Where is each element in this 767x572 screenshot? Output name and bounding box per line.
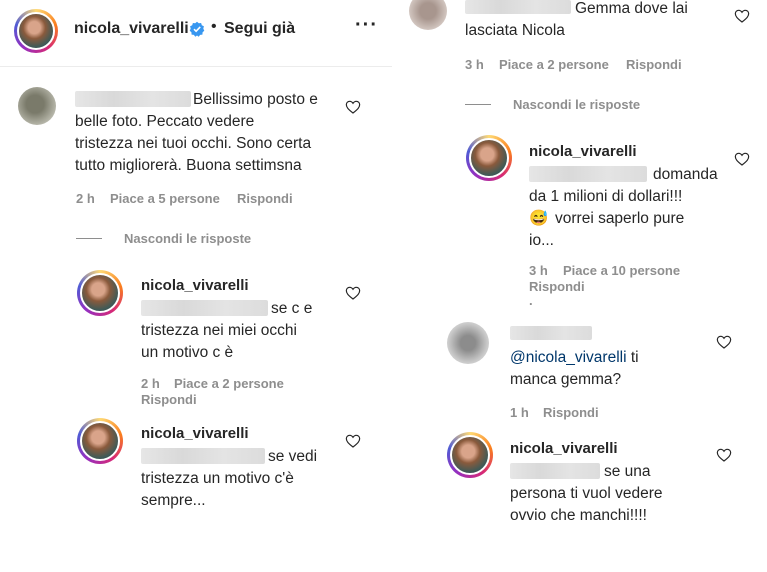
reply-username[interactable]: nicola_vivarelli bbox=[141, 425, 249, 442]
comment-time: 2 h bbox=[76, 191, 95, 206]
reply-username[interactable]: nicola_vivarelli bbox=[141, 277, 249, 294]
hide-replies-button[interactable]: Nascondi le risposte bbox=[513, 97, 640, 112]
header-username[interactable]: nicola_vivarelli bbox=[74, 20, 189, 38]
left-screenshot-panel: nicola_vivarelli • Segui già ··· Belliss… bbox=[0, 0, 392, 572]
post-header: nicola_vivarelli • Segui già ··· bbox=[0, 0, 392, 67]
reply-text-line-3: ovvio che manchi!!!! bbox=[510, 507, 647, 524]
heart-icon[interactable] bbox=[734, 151, 750, 167]
verified-badge-icon bbox=[189, 21, 205, 42]
comment-text-line-1: Bellissimo posto e bbox=[193, 91, 318, 108]
comment-text-line-2: lasciata Nicola bbox=[465, 22, 565, 39]
redacted-mention bbox=[141, 448, 265, 464]
reply-text-line-4: io... bbox=[529, 232, 554, 249]
reply-likes-link[interactable]: Piace a 10 persone bbox=[563, 263, 680, 278]
comment-text-line-1: Gemma dove lai bbox=[575, 0, 688, 17]
reply-avatar[interactable] bbox=[77, 418, 123, 464]
commenter-avatar[interactable] bbox=[18, 87, 56, 125]
reply-text-line-2: persona ti vuol vedere bbox=[510, 485, 663, 502]
reply-username[interactable]: nicola_vivarelli bbox=[510, 440, 618, 457]
reply-text-line-2: da 1 milioni di dollari!!! bbox=[529, 188, 683, 205]
comment-text-line-2: manca gemma? bbox=[510, 371, 622, 388]
divider-line bbox=[465, 104, 491, 105]
reply-button[interactable]: Rispondi bbox=[626, 57, 682, 72]
more-horizontal-icon[interactable]: ··· bbox=[355, 14, 378, 37]
reply-button[interactable]: Rispondi bbox=[237, 191, 293, 206]
follow-status-button[interactable]: Segui già bbox=[224, 20, 295, 38]
redacted-username bbox=[510, 326, 592, 340]
reply-avatar[interactable] bbox=[466, 135, 512, 181]
mention-link[interactable]: @nicola_vivarelli bbox=[510, 349, 627, 366]
comment-likes-link[interactable]: Piace a 2 persone bbox=[499, 57, 609, 72]
reply-username[interactable]: nicola_vivarelli bbox=[529, 143, 637, 160]
heart-icon[interactable] bbox=[716, 334, 732, 350]
reply-button[interactable]: Rispondi bbox=[141, 392, 197, 407]
heart-icon[interactable] bbox=[345, 285, 361, 301]
reply-button[interactable]: Rispondi bbox=[543, 405, 599, 420]
redacted-username bbox=[75, 91, 191, 107]
reply-avatar[interactable] bbox=[447, 432, 493, 478]
separator-dot: • bbox=[211, 18, 217, 35]
heart-icon[interactable] bbox=[734, 8, 750, 24]
redacted-mention bbox=[141, 300, 268, 316]
comment-text-line-3: tristezza nei tuoi occhi. Sono certa bbox=[75, 135, 312, 152]
comment-likes-link[interactable]: Piace a 5 persone bbox=[110, 191, 220, 206]
reply-text-line-1: domanda bbox=[653, 166, 718, 183]
comment-time: 3 h bbox=[465, 57, 484, 72]
reply-button[interactable]: Rispondi bbox=[529, 279, 585, 294]
redacted-mention bbox=[529, 166, 647, 182]
emoji-sweat-smile-icon: 😅 bbox=[529, 210, 549, 227]
redacted-username bbox=[465, 0, 571, 14]
reply-text-line-1: se una bbox=[604, 463, 651, 480]
reply-likes-link[interactable]: Piace a 2 persone bbox=[174, 376, 284, 391]
reply-time: 2 h bbox=[141, 376, 160, 391]
reply-text-line-1: se vedi bbox=[268, 448, 318, 465]
reply-avatar[interactable] bbox=[77, 270, 123, 316]
redacted-mention bbox=[510, 463, 600, 479]
right-screenshot-panel: Gemma dove lai lasciata Nicola 3 h Piace… bbox=[397, 0, 767, 572]
dot-mark: . bbox=[529, 293, 533, 308]
heart-icon[interactable] bbox=[345, 433, 361, 449]
commenter-avatar[interactable] bbox=[447, 322, 489, 364]
comment-text-line-1: @nicola_vivarelli ti bbox=[510, 349, 639, 366]
commenter-avatar[interactable] bbox=[409, 0, 447, 30]
reply-text-line-3: un motivo c è bbox=[141, 344, 234, 361]
reply-text-line-1: se c e bbox=[271, 300, 313, 317]
reply-text-line-3: sempre... bbox=[141, 492, 206, 509]
header-avatar[interactable] bbox=[14, 9, 58, 53]
reply-time: 3 h bbox=[529, 263, 548, 278]
reply-text-line-2: tristezza un motivo c'è bbox=[141, 470, 294, 487]
reply-text-line-2: tristezza nei miei occhi bbox=[141, 322, 297, 339]
reply-text-line-3: vorrei saperlo pure bbox=[555, 210, 685, 227]
hide-replies-button[interactable]: Nascondi le risposte bbox=[124, 231, 251, 246]
heart-icon[interactable] bbox=[716, 447, 732, 463]
divider-line bbox=[76, 238, 102, 239]
comment-text-line-4: tutto migliorerà. Buona settimsna bbox=[75, 157, 302, 174]
comment-text-line-2: belle foto. Peccato vedere bbox=[75, 113, 255, 130]
heart-icon[interactable] bbox=[345, 99, 361, 115]
comment-time: 1 h bbox=[510, 405, 529, 420]
